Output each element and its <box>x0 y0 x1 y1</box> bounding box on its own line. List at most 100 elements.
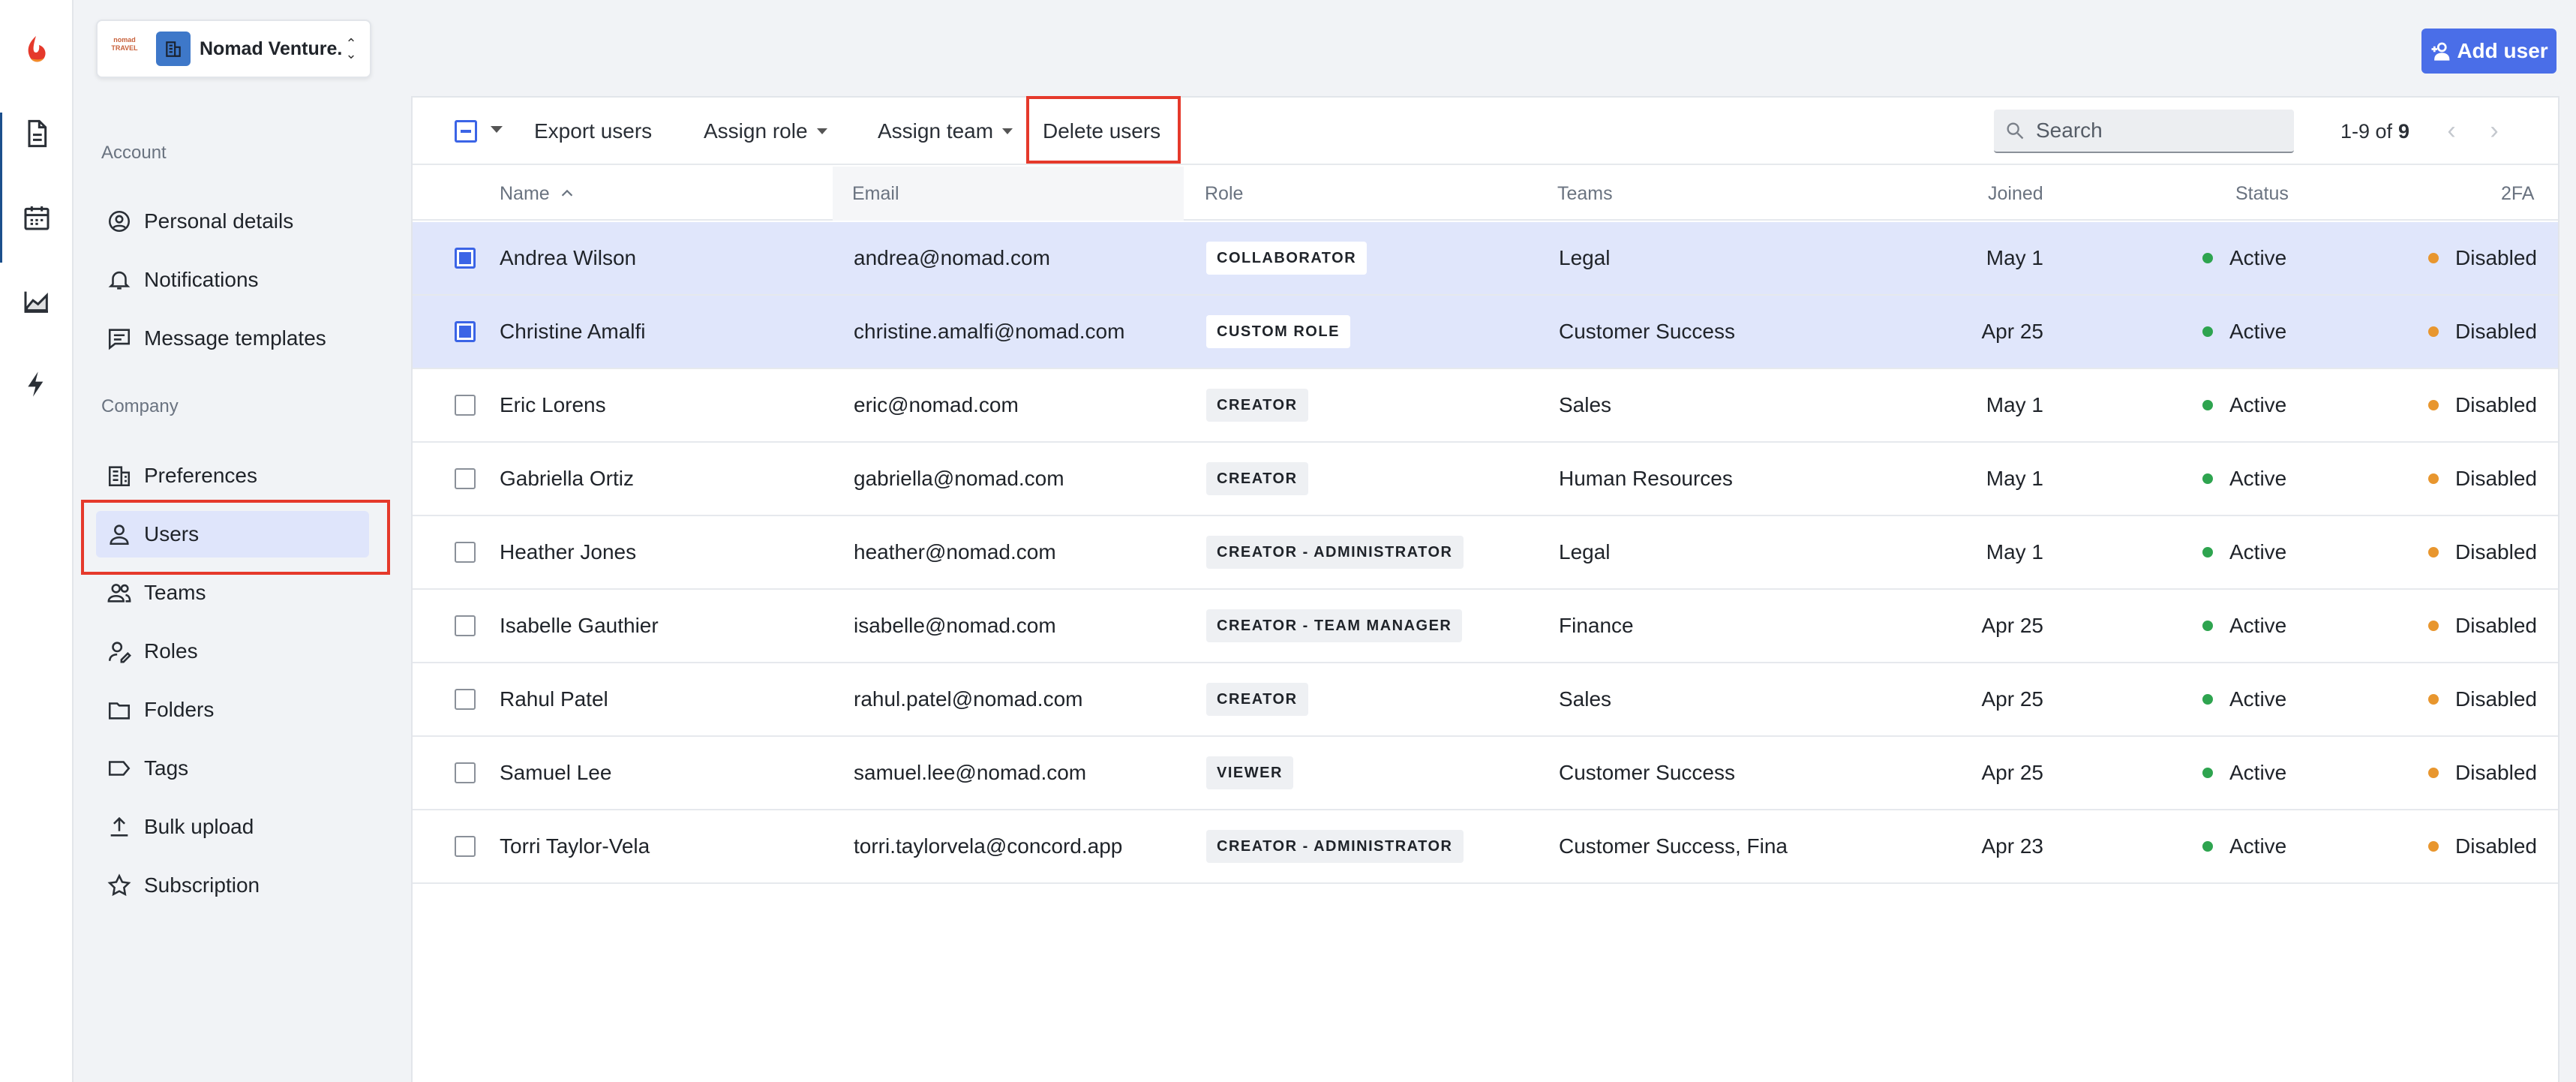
rail-documents[interactable] <box>0 96 74 171</box>
row-checkbox[interactable] <box>455 542 476 563</box>
column-header-2fa[interactable]: 2FA <box>2501 167 2534 221</box>
pagination-info: 1-9 of 9 <box>2340 98 2409 165</box>
sidebar-item-label: Message templates <box>144 326 326 350</box>
status-text: Active <box>2229 393 2287 416</box>
sidebar-item-personal-details[interactable]: Personal details <box>96 198 369 245</box>
table-row[interactable]: Gabriella Ortiz gabriella@nomad.com CREATO… <box>413 443 2558 516</box>
row-checkbox[interactable] <box>455 395 476 416</box>
user-name[interactable]: Christine Amalfi <box>500 296 646 368</box>
role-cell: COLLABORATOR <box>1206 222 1368 294</box>
export-users-button[interactable]: Export users <box>534 98 652 165</box>
column-label: Joined <box>1988 182 2043 204</box>
row-checkbox[interactable] <box>455 248 476 269</box>
status-cell: Active <box>2202 590 2286 662</box>
sidebar-item-label: Teams <box>144 581 206 604</box>
assign-role-label: Assign role <box>704 119 808 143</box>
add-user-button[interactable]: Add user <box>2421 29 2556 74</box>
twofa-text: Disabled <box>2455 614 2537 637</box>
column-header-name[interactable]: Name <box>500 167 575 221</box>
user-email: samuel.lee@nomad.com <box>854 761 1087 784</box>
calendar-icon <box>24 206 50 230</box>
sidebar-item-tags[interactable]: Tags <box>96 745 369 792</box>
user-teams: Customer Success <box>1559 761 1735 784</box>
app-logo-icon[interactable] <box>22 35 50 65</box>
column-label: Status <box>2235 182 2289 204</box>
sidebar-item-message-templates[interactable]: Message templates <box>96 315 369 362</box>
twofa-dot-icon <box>2428 841 2439 852</box>
sidebar-item-label: Folders <box>144 698 215 721</box>
table-row[interactable]: Heather Jones heather@nomad.com CREATOR - … <box>413 516 2558 590</box>
sidebar-item-subscription[interactable]: Subscription <box>96 862 369 909</box>
select-all-checkbox[interactable] <box>455 120 477 143</box>
column-header-teams[interactable]: Teams <box>1557 167 1613 221</box>
select-menu-caret-icon[interactable] <box>491 126 503 133</box>
sidebar-item-roles[interactable]: Roles <box>96 628 369 675</box>
twofa-cell: Disabled <box>2428 369 2537 441</box>
row-checkbox[interactable] <box>455 762 476 783</box>
user-name[interactable]: Gabriella Ortiz <box>500 443 634 515</box>
status-text: Active <box>2229 467 2287 490</box>
user-name[interactable]: Eric Lorens <box>500 369 606 441</box>
column-header-status[interactable]: Status <box>2235 167 2289 221</box>
row-checkbox[interactable] <box>455 321 476 342</box>
upload-icon <box>110 816 128 837</box>
sidebar-item-folders[interactable]: Folders <box>96 687 369 733</box>
delete-users-highlight-box <box>1026 96 1181 164</box>
lightning-icon <box>28 371 44 397</box>
next-page-icon[interactable]: › <box>2483 118 2505 143</box>
user-joined: Apr 25 <box>1981 761 2044 784</box>
user-name[interactable]: Andrea Wilson <box>500 222 636 294</box>
table-row[interactable]: Isabelle Gauthier isabelle@nomad.com CREAT… <box>413 590 2558 663</box>
column-header-role[interactable]: Role <box>1205 167 1243 221</box>
role-cell: CREATOR <box>1206 663 1308 735</box>
org-logo-text: nomad TRAVEL <box>111 36 138 52</box>
user-email: torri.taylorvela@concord.app <box>854 834 1123 858</box>
table-row[interactable]: Samuel Lee samuel.lee@nomad.com VIEWER Cust… <box>413 737 2558 810</box>
org-switcher[interactable]: nomad TRAVEL Nomad Venture... ⌃ ⌄ <box>96 20 371 78</box>
row-checkbox[interactable] <box>455 615 476 636</box>
table-row[interactable]: Andrea Wilson andrea@nomad.com COLLABORATO… <box>413 222 2558 296</box>
user-name[interactable]: Isabelle Gauthier <box>500 590 659 662</box>
twofa-cell: Disabled <box>2428 663 2537 735</box>
sidebar-item-preferences[interactable]: Preferences <box>96 452 369 499</box>
table-row[interactable]: Eric Lorens eric@nomad.com CREATOR Sales May… <box>413 369 2558 443</box>
sidebar-item-notifications[interactable]: Notifications <box>96 257 369 303</box>
export-users-label: Export users <box>534 119 653 143</box>
building-settings-icon <box>108 466 131 487</box>
table-row[interactable]: Rahul Patel rahul.patel@nomad.com CREATOR S… <box>413 663 2558 737</box>
role-badge: CREATOR - TEAM MANAGER <box>1206 609 1463 642</box>
row-checkbox[interactable] <box>455 468 476 489</box>
table-row[interactable]: Torri Taylor-Vela torri.taylorvela@concor… <box>413 810 2558 884</box>
search-input[interactable] <box>2036 119 2276 143</box>
role-badge: CREATOR <box>1206 683 1308 716</box>
column-header-joined[interactable]: Joined <box>1988 167 2043 221</box>
row-checkbox[interactable] <box>455 689 476 710</box>
status-dot-icon <box>2202 547 2213 558</box>
sidebar-item-bulk-upload[interactable]: Bulk upload <box>96 804 369 850</box>
user-teams: Legal <box>1559 246 1611 269</box>
user-name[interactable]: Torri Taylor-Vela <box>500 810 650 882</box>
assign-role-button[interactable]: Assign role <box>704 98 827 165</box>
user-name[interactable]: Samuel Lee <box>500 737 611 809</box>
table-row[interactable]: Christine Amalfi christine.amalfi@nomad.c… <box>413 296 2558 369</box>
prev-page-icon[interactable]: ‹ <box>2440 118 2463 143</box>
user-name[interactable]: Rahul Patel <box>500 663 608 735</box>
chevron-updown-icon: ⌃ ⌄ <box>345 36 357 62</box>
assign-team-button[interactable]: Assign team <box>878 98 1013 165</box>
twofa-dot-icon <box>2428 694 2439 705</box>
assign-team-label: Assign team <box>878 119 994 143</box>
status-text: Active <box>2229 687 2287 711</box>
rail-insights[interactable] <box>0 264 74 339</box>
rail-automation[interactable] <box>0 347 74 422</box>
user-name[interactable]: Heather Jones <box>500 516 636 588</box>
column-header-email[interactable]: Email <box>852 167 899 221</box>
rail-calendar[interactable] <box>0 180 74 255</box>
sidebar-item-teams[interactable]: Teams <box>96 570 369 616</box>
column-label: 2FA <box>2501 182 2535 204</box>
user-email: isabelle@nomad.com <box>854 614 1056 637</box>
search-field[interactable] <box>1994 110 2294 153</box>
user-email: rahul.patel@nomad.com <box>854 687 1083 711</box>
user-teams: Finance <box>1559 614 1634 637</box>
row-checkbox[interactable] <box>455 836 476 857</box>
pager-total: 9 <box>2398 119 2410 143</box>
